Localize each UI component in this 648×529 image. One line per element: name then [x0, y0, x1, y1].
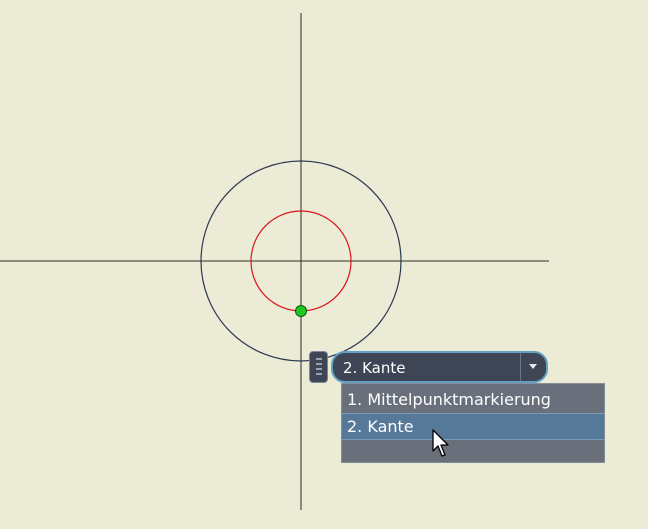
arrow-pointer-icon	[432, 429, 449, 457]
selection-combobox[interactable]: 2. Kante	[331, 351, 548, 383]
chevron-down-icon	[529, 364, 537, 369]
center-point-marker[interactable]	[295, 305, 307, 317]
dropdown-toggle-button[interactable]	[520, 353, 546, 381]
dropdown-option-kante[interactable]: 2. Kante	[342, 413, 604, 440]
dropdown-option-mittelpunktmarkierung[interactable]: 1. Mittelpunktmarkierung	[342, 386, 604, 413]
drag-handle-icon[interactable]	[309, 351, 328, 383]
combobox-value: 2. Kante	[343, 359, 406, 377]
dropdown-list: 1. Mittelpunktmarkierung 2. Kante	[341, 383, 605, 463]
